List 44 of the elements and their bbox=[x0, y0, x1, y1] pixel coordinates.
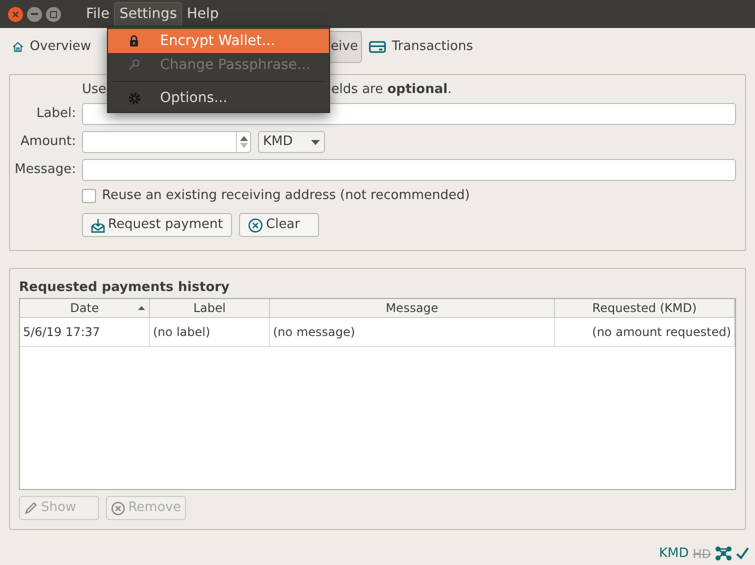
group-title: Requested payments history bbox=[19, 278, 231, 296]
spin-up-icon[interactable] bbox=[240, 136, 248, 141]
column-header[interactable]: Message bbox=[270, 299, 555, 317]
minimize-button[interactable] bbox=[27, 6, 42, 22]
field-label: Label: bbox=[36, 105, 77, 124]
card-icon bbox=[369, 39, 386, 55]
gear-icon bbox=[128, 92, 140, 104]
table-cell: (no amount requested) bbox=[555, 318, 735, 346]
menu-item[interactable]: File bbox=[81, 2, 114, 26]
menu-item[interactable]: Options... bbox=[108, 86, 329, 110]
maximize-button[interactable] bbox=[46, 6, 61, 22]
column-header[interactable]: Requested (KMD) bbox=[555, 299, 735, 317]
unit-dropdown[interactable]: KMD bbox=[258, 131, 325, 153]
unit-label: KMD bbox=[658, 545, 689, 563]
field-label: Message: bbox=[14, 161, 77, 180]
menu-item[interactable]: Settings bbox=[114, 2, 182, 26]
column-header[interactable]: Date bbox=[20, 299, 150, 317]
toolbar-tab[interactable]: Overview bbox=[8, 31, 98, 63]
table-cell: (no message) bbox=[270, 318, 555, 346]
clear-icon bbox=[111, 500, 126, 516]
close-icon bbox=[12, 10, 19, 18]
message-input[interactable] bbox=[82, 159, 736, 181]
column-header[interactable]: Label bbox=[150, 299, 270, 317]
network-icon bbox=[715, 546, 732, 562]
toolbar-tab[interactable]: Transactions bbox=[365, 31, 480, 63]
field-label: Amount: bbox=[20, 133, 77, 152]
lock-icon bbox=[129, 35, 139, 47]
request-payment-button[interactable]: Request payment bbox=[82, 213, 232, 237]
clear-button[interactable]: Clear bbox=[239, 213, 319, 237]
inbox-icon bbox=[91, 218, 105, 232]
close-button[interactable] bbox=[8, 6, 23, 22]
checkbox-label: Reuse an existing receiving address (not recommended) bbox=[102, 187, 470, 206]
dropdown-arrow-icon bbox=[311, 140, 320, 144]
table-cell: (no label) bbox=[150, 318, 270, 346]
pencil-icon bbox=[24, 501, 38, 515]
checkbox[interactable] bbox=[82, 189, 96, 203]
key-icon bbox=[128, 59, 140, 71]
check-icon bbox=[736, 547, 749, 560]
table-cell: 5/6/19 17:37 bbox=[20, 318, 150, 346]
instruction-text: Use bbox=[82, 80, 106, 98]
menu-item[interactable]: Help bbox=[182, 2, 224, 26]
instruction-text: elds are optional. bbox=[331, 80, 452, 98]
hd-status: HD bbox=[692, 546, 711, 563]
clear-icon bbox=[248, 218, 263, 232]
